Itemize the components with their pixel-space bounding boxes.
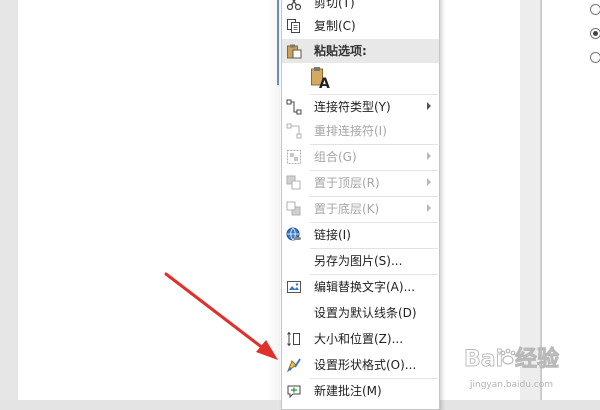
- watermark-url: jingyan.baidu.com: [470, 380, 554, 390]
- selected-connector-line[interactable]: [277, 0, 279, 85]
- connector-icon: [286, 99, 302, 115]
- context-menu: 剪切(T) 复制(C) 粘贴选项: A 连接符类型(Y) 重排连接符(I) 组合…: [281, 0, 440, 410]
- window-left-margin: [0, 0, 18, 400]
- submenu-arrow-icon: [427, 152, 431, 160]
- submenu-arrow-icon: [427, 178, 431, 186]
- group-icon: [287, 150, 301, 164]
- svg-text:A: A: [319, 76, 330, 90]
- baidu-watermark: Bai 经验 jingyan.baidu.com: [460, 340, 600, 400]
- menu-item-link-label: 链接(I): [314, 228, 351, 242]
- radio-option-3[interactable]: [590, 52, 600, 63]
- svg-text:经验: 经验: [515, 346, 559, 372]
- bring-to-front-icon: [286, 175, 301, 190]
- menu-item-copy-label: 复制(C): [314, 19, 356, 33]
- menu-item-format-shape-label: 设置形状格式(O)...: [314, 358, 417, 372]
- submenu-arrow-icon: [427, 204, 431, 212]
- menu-item-connector-type[interactable]: 连接符类型(Y): [282, 95, 439, 119]
- paste-keep-text-only[interactable]: A: [282, 65, 439, 93]
- menu-item-new-comment[interactable]: 新建批注(M): [282, 379, 439, 403]
- alt-text-icon: [287, 281, 301, 293]
- menu-item-send-back-label: 置于底层(K): [314, 202, 380, 216]
- new-comment-icon: [287, 385, 301, 399]
- link-globe-icon: [286, 227, 301, 241]
- menu-item-edit-alt-text[interactable]: 编辑替换文字(A)...: [282, 275, 439, 299]
- menu-item-link[interactable]: 链接(I): [282, 223, 439, 247]
- radio-option-1[interactable]: [590, 4, 600, 15]
- menu-item-default-line-label: 设置为默认线条(D): [314, 306, 417, 320]
- menu-item-save-picture-label: 另存为图片(S)...: [314, 254, 403, 268]
- menu-item-cut-label: 剪切(T): [314, 0, 355, 10]
- menu-item-copy[interactable]: 复制(C): [282, 14, 439, 38]
- svg-text:Bai: Bai: [464, 347, 503, 372]
- menu-item-cut[interactable]: 剪切(T): [282, 0, 439, 15]
- menu-item-bring-front-label: 置于顶层(R): [314, 176, 380, 190]
- menu-item-size-position-label: 大小和位置(Z)...: [314, 332, 404, 346]
- menu-item-send-to-back[interactable]: 置于底层(K): [282, 197, 439, 221]
- radio-option-2[interactable]: [590, 28, 600, 39]
- menu-item-alt-text-label: 编辑替换文字(A)...: [314, 280, 416, 294]
- menu-item-new-comment-label: 新建批注(M): [314, 384, 382, 398]
- scissors-icon: [286, 0, 302, 11]
- menu-item-bring-to-front[interactable]: 置于顶层(R): [282, 171, 439, 195]
- menu-item-group-label: 组合(G): [314, 150, 357, 164]
- menu-item-group[interactable]: 组合(G): [282, 145, 439, 169]
- menu-item-save-as-picture[interactable]: 另存为图片(S)...: [282, 249, 439, 273]
- menu-item-reroute-connectors[interactable]: 重排连接符(I): [282, 119, 439, 143]
- menu-item-format-shape[interactable]: 设置形状格式(O)...: [282, 353, 439, 377]
- submenu-arrow-icon: [427, 102, 431, 110]
- menu-item-set-default-line[interactable]: 设置为默认线条(D): [282, 301, 439, 325]
- paste-options-label: 粘贴选项:: [314, 44, 367, 58]
- clipboard-icon: [287, 44, 302, 59]
- paste-options-header: 粘贴选项:: [282, 39, 439, 63]
- menu-item-connector-type-label: 连接符类型(Y): [314, 100, 391, 114]
- menu-item-reroute-label: 重排连接符(I): [314, 124, 387, 138]
- format-shape-icon: [286, 358, 301, 373]
- baidu-paw-logo: Bai 经验: [464, 346, 560, 373]
- menu-item-size-position[interactable]: 大小和位置(Z)...: [282, 327, 439, 351]
- copy-icon: [287, 19, 300, 33]
- send-to-back-icon: [286, 201, 301, 216]
- reroute-icon: [286, 123, 302, 139]
- paste-text-only-icon: A: [311, 67, 330, 90]
- size-position-icon: [287, 331, 300, 347]
